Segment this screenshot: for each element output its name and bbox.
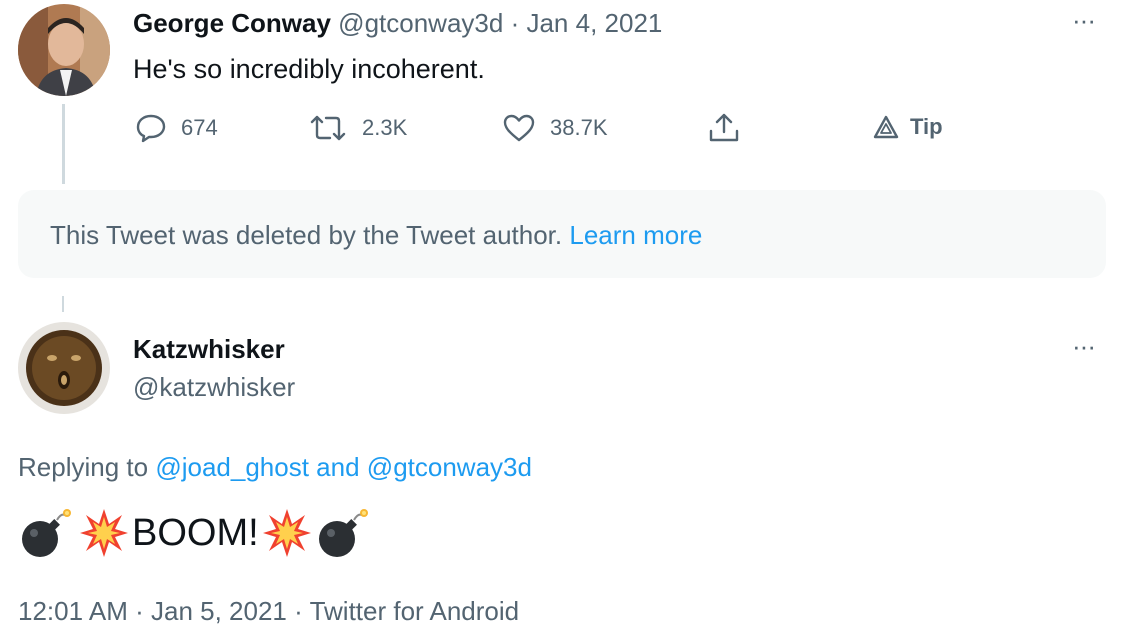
ellipsis-icon: ··· — [1072, 331, 1096, 361]
deleted-notice-text: This Tweet was deleted by the Tweet auth… — [50, 220, 563, 250]
tweet2-time[interactable]: 12:01 AM — [18, 596, 128, 626]
reply-icon — [136, 114, 166, 143]
tweet2-author-handle[interactable]: @katzwhisker — [133, 372, 295, 403]
tweet2-separator-2: · — [294, 596, 303, 626]
retweet-count: 2.3K — [362, 115, 408, 140]
thread-connector — [62, 296, 64, 312]
tweet2-separator-1: · — [135, 596, 144, 626]
tweet1-author-handle[interactable]: @gtconway3d — [338, 8, 503, 38]
like-button[interactable]: 38.7K — [502, 113, 608, 143]
tweet1-author-name[interactable]: George Conway — [133, 8, 331, 38]
learn-more-link[interactable]: Learn more — [569, 220, 702, 250]
reply-button[interactable]: 674 — [135, 113, 218, 143]
replying-user-gtconway3d[interactable]: @gtconway3d — [367, 452, 532, 482]
replying-to-line: Replying to @joad_ghost and @gtconway3d — [18, 452, 532, 483]
replying-user-joad-ghost[interactable]: @joad_ghost — [155, 452, 309, 482]
tweet2-source[interactable]: Twitter for Android — [310, 596, 520, 626]
like-count: 38.7K — [550, 115, 608, 140]
tweet1-more-button[interactable]: ··· — [1072, 7, 1096, 33]
tweet2-date[interactable]: Jan 5, 2021 — [151, 596, 287, 626]
ellipsis-icon: ··· — [1072, 5, 1096, 35]
tweet1-header: George Conway @gtconway3d · Jan 4, 2021 — [133, 8, 662, 39]
deleted-tweet-notice: This Tweet was deleted by the Tweet auth… — [18, 190, 1106, 278]
tip-icon — [873, 115, 899, 139]
thread-line — [62, 104, 65, 184]
heart-icon — [503, 114, 535, 142]
tweet2-boom-text: BOOM! — [132, 511, 259, 554]
replying-and: and — [316, 452, 360, 482]
tip-label: Tip — [910, 114, 943, 139]
collision-icon — [262, 509, 311, 557]
bomb-icon — [22, 509, 71, 557]
tweet2-text: BOOM! — [18, 506, 371, 560]
tweet2-metadata: 12:01 AM · Jan 5, 2021 · Twitter for And… — [18, 596, 519, 627]
tweet1-text: He's so incredibly incoherent. — [133, 54, 485, 84]
katzwhisker-avatar[interactable] — [18, 322, 110, 414]
retweet-icon — [310, 115, 346, 141]
retweet-button[interactable]: 2.3K — [308, 113, 407, 143]
reply-count: 674 — [181, 115, 218, 140]
george-conway-avatar[interactable] — [18, 4, 110, 96]
bomb-icon — [318, 509, 368, 557]
replying-prefix: Replying to — [18, 452, 149, 482]
tweet2-author-name[interactable]: Katzwhisker — [133, 334, 285, 365]
tweet1-separator: · — [510, 8, 520, 38]
share-icon — [709, 113, 739, 142]
tweet2-more-button[interactable]: ··· — [1072, 333, 1096, 359]
share-button[interactable] — [707, 112, 741, 144]
tip-button[interactable]: Tip — [872, 114, 943, 140]
tweet1-date[interactable]: Jan 4, 2021 — [526, 8, 662, 38]
collision-icon — [80, 509, 128, 557]
